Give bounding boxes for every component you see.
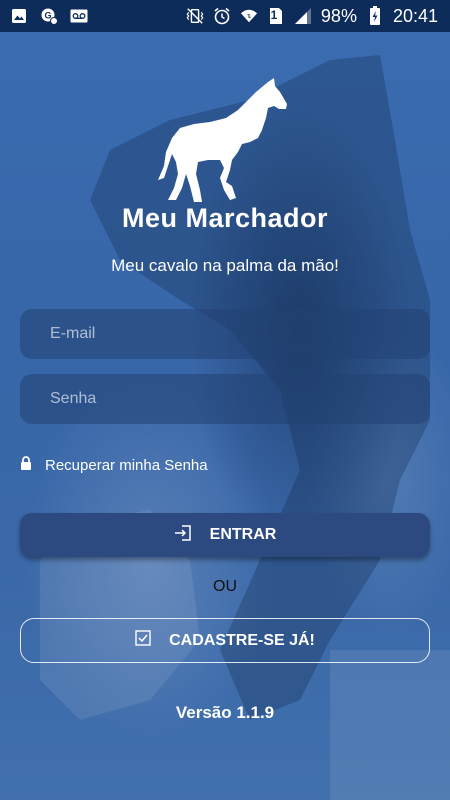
- battery-charging-icon: [366, 6, 384, 25]
- svg-text:⇅: ⇅: [247, 14, 252, 20]
- email-input[interactable]: [48, 324, 430, 344]
- sim1-icon: 1: [267, 7, 285, 25]
- app-version: Versão 1.1.9: [175, 703, 275, 722]
- voicemail-icon: [70, 7, 88, 25]
- signal-icon: [294, 7, 312, 25]
- recover-password-label: Recuperar minha Senha: [45, 456, 208, 474]
- battery-percent: 98%: [320, 5, 357, 26]
- app-logo: [0, 78, 450, 208]
- login-button[interactable]: ENTRAR: [20, 513, 430, 557]
- lock-icon: [20, 456, 32, 474]
- clock: 20:41: [392, 5, 438, 26]
- brand-name: Meu Marchador: [121, 203, 329, 233]
- email-field[interactable]: [20, 309, 430, 359]
- wifi-icon: ⇅: [240, 7, 258, 25]
- google-maps-icon: G: [40, 7, 58, 25]
- svg-text:G: G: [44, 11, 51, 21]
- recover-password-link[interactable]: Recuperar minha Senha: [20, 456, 208, 474]
- alarm-icon: [213, 7, 231, 25]
- vibrate-mute-icon: [186, 7, 204, 25]
- signup-label: CADASTRE-SE JÁ!: [169, 631, 315, 649]
- password-input[interactable]: [48, 389, 430, 409]
- login-icon: [174, 524, 192, 546]
- status-bar: G ⇅ 1 98% 20:41: [0, 0, 450, 32]
- image-icon: [10, 7, 28, 25]
- password-field[interactable]: [20, 374, 430, 424]
- tagline: Meu cavalo na palma da mão!: [111, 256, 339, 275]
- checkbox-icon: [135, 630, 151, 651]
- login-label: ENTRAR: [209, 526, 277, 543]
- horse-icon: [158, 78, 287, 202]
- signup-button[interactable]: CADASTRE-SE JÁ!: [20, 618, 430, 663]
- or-divider: OU: [213, 578, 237, 595]
